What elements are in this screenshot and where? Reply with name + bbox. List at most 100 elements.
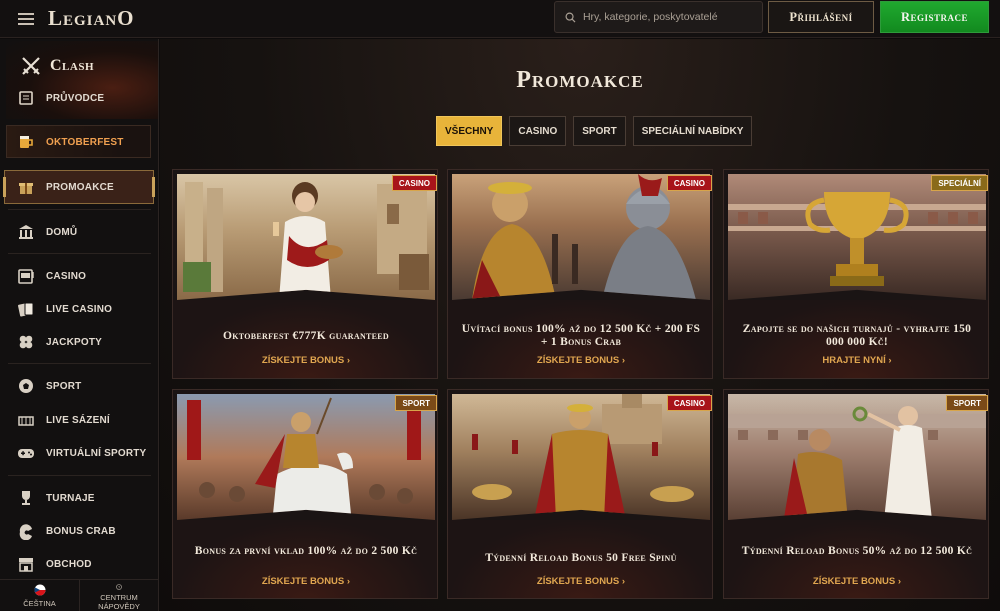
sidebar-item-sport[interactable]: Sport bbox=[16, 375, 81, 397]
sidebar-item-obchod[interactable]: Obchod bbox=[16, 553, 92, 575]
promo-cta-link[interactable]: Získejte bonus › bbox=[173, 355, 437, 366]
help-center-link[interactable]: ? Centrum nápovědy bbox=[79, 580, 158, 611]
promo-title: Týdenní Reload Bonus 50% až do 12 500 Kč bbox=[741, 545, 973, 557]
cta-label: Získejte bonus bbox=[536, 576, 620, 587]
category-badge: SPECIÁLNÍ bbox=[931, 175, 988, 191]
sidebar-item-turnaje[interactable]: Turnaje bbox=[16, 487, 95, 509]
page-title: Promoakce bbox=[516, 67, 644, 93]
sidebar-item-guide[interactable]: Průvodce bbox=[16, 87, 104, 109]
promo-image-sport-first-deposit bbox=[177, 394, 435, 520]
language-selector[interactable]: Čeština bbox=[0, 580, 79, 611]
sidebar-divider bbox=[8, 475, 151, 476]
filter-tabs: Všechny Casino Sport Speciální nabídky bbox=[436, 116, 753, 146]
category-badge: SPORT bbox=[946, 395, 988, 411]
filter-all[interactable]: Všechny bbox=[436, 116, 503, 146]
promo-image-welcome-bonus bbox=[452, 174, 710, 300]
cta-label: Získejte bonus bbox=[261, 576, 345, 587]
register-button[interactable]: Registrace bbox=[880, 1, 989, 33]
filter-casino[interactable]: Casino bbox=[509, 116, 567, 146]
chevron-right-icon: › bbox=[888, 355, 892, 366]
chevron-right-icon: › bbox=[621, 355, 626, 366]
help-label: Centrum nápovědy bbox=[98, 593, 140, 611]
sidebar-item-label: Virtuální sporty bbox=[46, 447, 147, 459]
sidebar-item-casino[interactable]: Casino bbox=[16, 265, 86, 287]
cards-icon bbox=[16, 299, 36, 319]
site-logo[interactable]: LegianO bbox=[48, 6, 135, 31]
cta-label: Získejte bonus bbox=[812, 576, 896, 587]
search-box[interactable] bbox=[554, 1, 763, 33]
sidebar-item-domu[interactable]: Domů bbox=[16, 221, 77, 243]
card-footer bbox=[173, 520, 437, 598]
promo-cta-link[interactable]: Získejte bonus › bbox=[448, 355, 712, 366]
promo-image-weekly-reload-spins bbox=[452, 394, 710, 520]
category-badge: SPORT bbox=[395, 395, 437, 411]
sidebar-divider bbox=[8, 253, 151, 254]
sidebar-item-virtualni-sporty[interactable]: Virtuální sporty bbox=[16, 442, 146, 464]
sidebar: Clash Průvodce Oktoberfest Promoakce Dom… bbox=[0, 39, 159, 611]
promo-card-oktoberfest[interactable]: CASINO Oktoberfest €777K guaranteed Získ… bbox=[172, 169, 438, 379]
promo-image-oktoberfest bbox=[177, 174, 435, 300]
sidebar-item-label: Oktoberfest bbox=[46, 136, 124, 148]
sidebar-item-label: Turnaje bbox=[46, 492, 95, 504]
beer-mug-icon bbox=[16, 132, 36, 152]
sidebar-item-live-casino[interactable]: Live casino bbox=[16, 298, 112, 320]
sidebar-item-label: Bonus Crab bbox=[46, 525, 116, 537]
category-badge: CASINO bbox=[666, 395, 712, 411]
category-badge: CASINO bbox=[666, 175, 712, 191]
promo-cta-link[interactable]: Získejte bonus › bbox=[448, 576, 712, 587]
search-input[interactable] bbox=[582, 11, 762, 23]
promo-card-welcome-bonus[interactable]: CASINO Uvítací bonus 100% až do 12 500 K… bbox=[447, 169, 713, 379]
slot-machine-icon bbox=[16, 266, 36, 286]
shop-icon bbox=[16, 554, 36, 574]
filter-special[interactable]: Speciální nabídky bbox=[632, 116, 753, 146]
promo-title: Zapojte se do našich turnajů - vyhrajte … bbox=[742, 323, 972, 348]
trophy-icon bbox=[16, 488, 36, 508]
promo-title: Oktoberfest €777K guaranteed bbox=[222, 330, 390, 342]
top-header: LegianO Přihlášení Registrace bbox=[0, 0, 1000, 38]
sidebar-item-live-sazeni[interactable]: Live sázení bbox=[16, 409, 110, 431]
gift-icon bbox=[16, 177, 36, 197]
promo-card-weekly-reload-spins[interactable]: CASINO Týdenní Reload Bonus 50 Free Spin… bbox=[447, 389, 713, 599]
category-badge: CASINO bbox=[391, 175, 437, 191]
promo-title: Týdenní Reload Bonus 50 Free Spinů bbox=[485, 552, 677, 564]
chevron-right-icon: › bbox=[346, 355, 351, 366]
cta-label: Získejte bonus bbox=[536, 355, 620, 366]
sidebar-item-label: Live sázení bbox=[46, 414, 110, 426]
cta-label: Získejte bonus bbox=[261, 355, 345, 366]
promo-cta-link[interactable]: Získejte bonus › bbox=[173, 576, 437, 587]
chevron-right-icon: › bbox=[897, 576, 902, 587]
sidebar-divider bbox=[8, 363, 151, 364]
sidebar-item-label: Promoakce bbox=[46, 181, 114, 193]
ball-icon bbox=[16, 376, 36, 396]
chevron-right-icon: › bbox=[621, 576, 626, 587]
promo-cta-link[interactable]: Získejte bonus › bbox=[724, 576, 988, 587]
clash-banner[interactable]: Clash Průvodce bbox=[6, 41, 158, 119]
czech-flag-icon bbox=[33, 584, 45, 596]
menu-icon[interactable] bbox=[18, 12, 34, 25]
sidebar-item-jackpoty[interactable]: Jackpoty bbox=[16, 331, 102, 353]
clash-title: Clash bbox=[50, 57, 95, 74]
scroll-icon bbox=[16, 88, 36, 108]
sidebar-item-oktoberfest[interactable]: Oktoberfest bbox=[16, 131, 124, 153]
clover-icon bbox=[16, 332, 36, 352]
login-button[interactable]: Přihlášení bbox=[768, 1, 874, 33]
promo-image-tournaments bbox=[728, 174, 986, 300]
crossed-swords-icon bbox=[22, 57, 40, 75]
cta-label: Hrajte nyní bbox=[822, 355, 886, 366]
search-icon bbox=[565, 12, 576, 22]
promo-card-tournaments[interactable]: SPECIÁLNÍ Zapojte se do našich turnajů -… bbox=[723, 169, 989, 379]
sidebar-item-label: Live casino bbox=[46, 303, 113, 315]
filter-sport[interactable]: Sport bbox=[573, 116, 626, 146]
sidebar-item-label: Průvodce bbox=[46, 92, 105, 104]
promo-cta-link[interactable]: Hrajte nyní › bbox=[724, 355, 988, 366]
sidebar-footer: Čeština ? Centrum nápovědy bbox=[0, 579, 159, 611]
claw-icon bbox=[16, 521, 36, 541]
svg-text:?: ? bbox=[118, 585, 120, 589]
sidebar-item-promoakce[interactable]: Promoakce bbox=[16, 176, 114, 198]
sidebar-item-label: Casino bbox=[46, 270, 87, 282]
promo-card-weekly-reload-sport[interactable]: SPORT Týdenní Reload Bonus 50% až do 12 … bbox=[723, 389, 989, 599]
promo-card-sport-first-deposit[interactable]: SPORT Bonus za první vklad 100% až do 2 … bbox=[172, 389, 438, 599]
sidebar-item-label: Obchod bbox=[46, 558, 92, 570]
sidebar-item-bonus-crab[interactable]: Bonus Crab bbox=[16, 520, 116, 542]
main-content: Promoakce Všechny Casino Sport Speciální… bbox=[160, 39, 1000, 611]
